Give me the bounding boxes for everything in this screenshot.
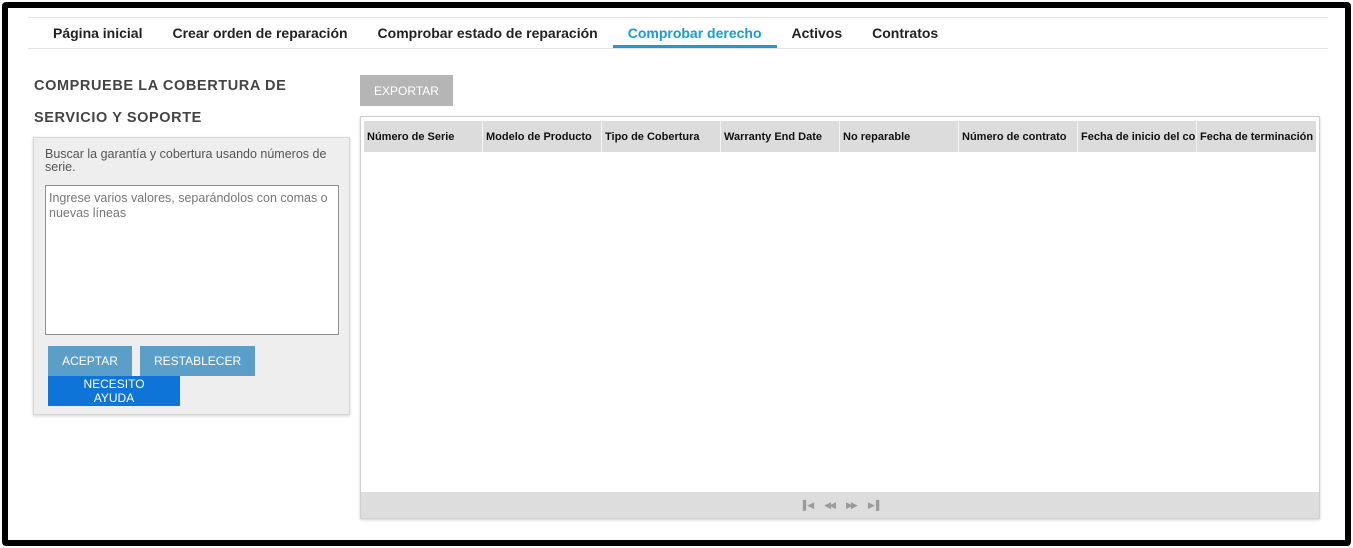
- tab-home[interactable]: Página inicial: [38, 18, 157, 48]
- column-header-contract-start-date[interactable]: Fecha de inicio del contrato: [1078, 121, 1197, 152]
- next-page-icon[interactable]: ▶▶: [846, 500, 858, 511]
- tab-create-repair-order[interactable]: Crear orden de reparación: [157, 18, 362, 48]
- tab-assets[interactable]: Activos: [777, 18, 858, 48]
- last-page-icon[interactable]: ▶▐: [868, 500, 879, 511]
- tab-check-entitlement[interactable]: Comprobar derecho: [612, 18, 777, 48]
- previous-page-icon[interactable]: ◀◀: [824, 500, 836, 511]
- search-help-text: Buscar la garantía y cobertura usando nú…: [45, 147, 327, 174]
- need-help-button[interactable]: NECESITO AYUDA: [48, 376, 180, 406]
- column-header-warranty-end-date[interactable]: Warranty End Date: [721, 121, 840, 152]
- page-title-line-1: COMPRUEBE LA COBERTURA DE: [34, 78, 287, 94]
- results-grid: Número de Serie Modelo de Producto Tipo …: [360, 116, 1320, 519]
- column-header-product-model[interactable]: Modelo de Producto: [483, 121, 602, 152]
- tab-contracts[interactable]: Contratos: [857, 18, 953, 48]
- grid-body: [364, 152, 1316, 491]
- app-window: Página inicial Crear orden de reparación…: [2, 2, 1351, 546]
- tab-check-repair-status[interactable]: Comprobar estado de reparación: [363, 18, 613, 48]
- top-navigation: Página inicial Crear orden de reparación…: [28, 17, 1328, 49]
- accept-button[interactable]: ACEPTAR: [48, 346, 132, 376]
- export-button[interactable]: EXPORTAR: [360, 75, 453, 106]
- column-header-serial-number[interactable]: Número de Serie: [364, 121, 483, 152]
- reset-button[interactable]: RESTABLECER: [140, 346, 255, 376]
- first-page-icon[interactable]: ▌◀: [803, 500, 814, 511]
- column-header-end-date[interactable]: Fecha de terminación: [1197, 121, 1316, 152]
- grid-header: Número de Serie Modelo de Producto Tipo …: [364, 121, 1316, 152]
- page-title-line-2: SERVICIO Y SOPORTE: [34, 110, 202, 126]
- search-panel: Buscar la garantía y cobertura usando nú…: [33, 137, 350, 415]
- column-header-coverage-type[interactable]: Tipo de Cobertura: [602, 121, 721, 152]
- column-header-contract-number[interactable]: Número de contrato: [959, 121, 1078, 152]
- serial-numbers-input[interactable]: [45, 185, 339, 335]
- column-header-not-repairable[interactable]: No reparable: [840, 121, 959, 152]
- grid-pager: ▌◀ ◀◀ ▶▶ ▶▐: [361, 492, 1319, 518]
